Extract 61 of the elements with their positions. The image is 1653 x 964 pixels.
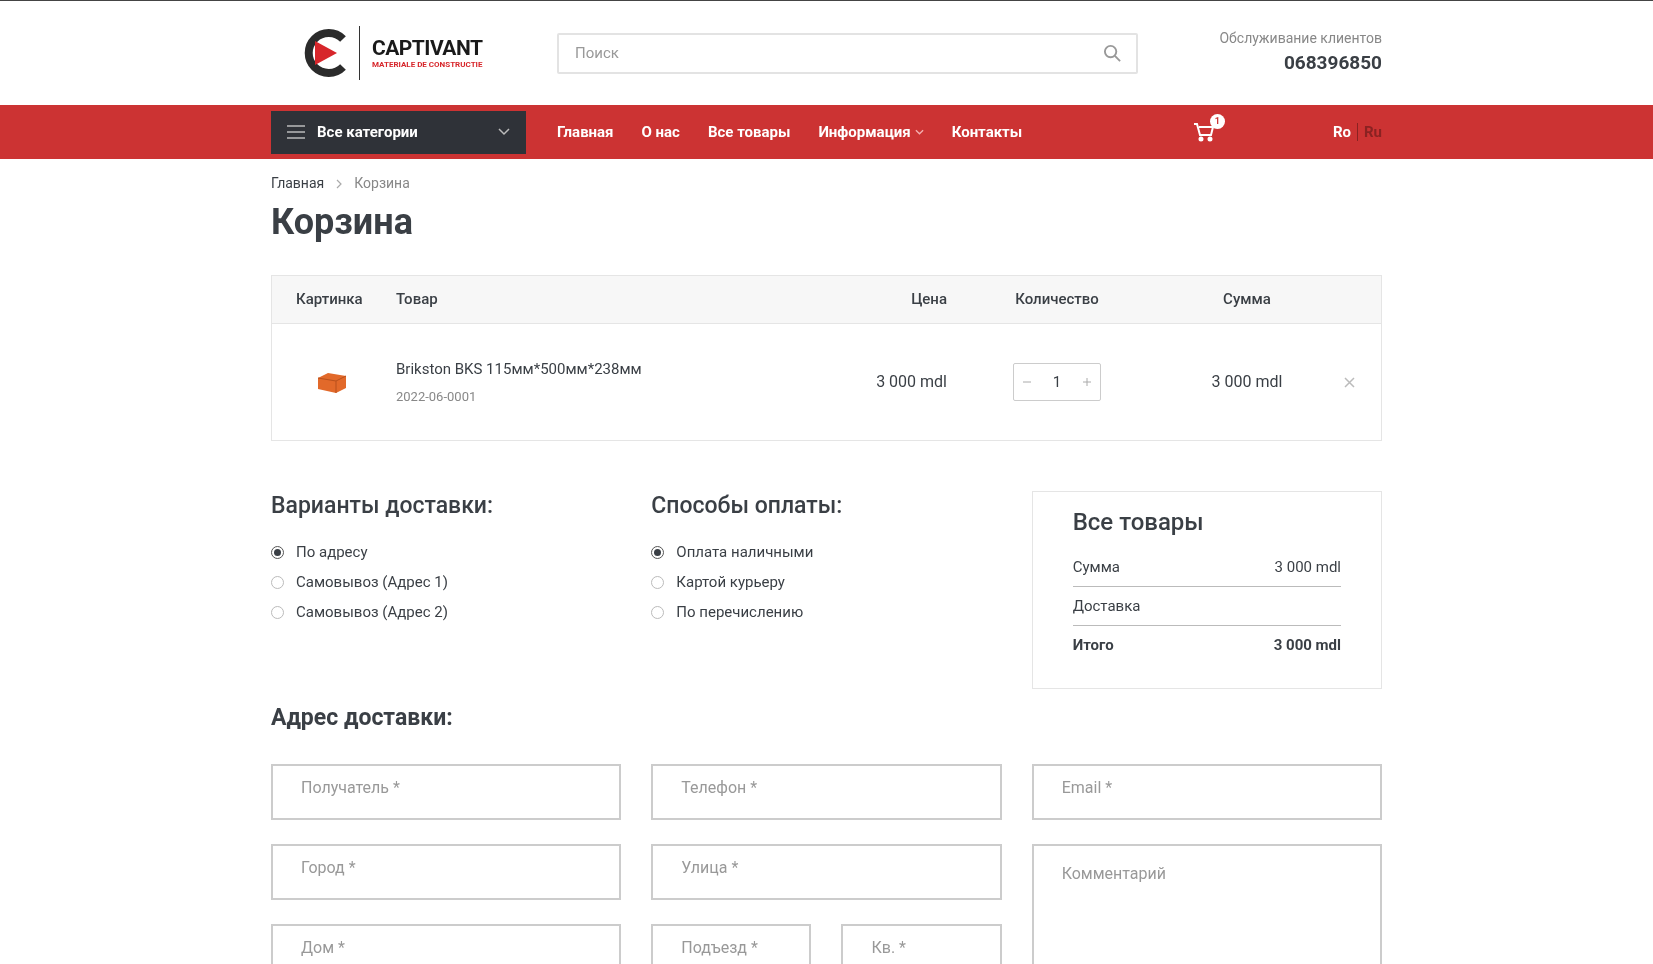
input-field[interactable]: Email * xyxy=(1031,763,1382,820)
column-header: Картинка xyxy=(295,289,364,311)
input-field[interactable]: Город * xyxy=(271,843,622,900)
chevron-icon xyxy=(914,129,924,135)
radio-label[interactable]: Самовывоз (Адрес 1) xyxy=(296,571,448,594)
product-price: 3 000 mdl xyxy=(876,371,947,393)
chevron-icon xyxy=(498,128,510,136)
language-link[interactable]: Ro xyxy=(1332,120,1351,144)
breadcrumb-link[interactable]: Корзина xyxy=(354,173,410,194)
quantity-stepper[interactable]: 1 xyxy=(1013,363,1101,401)
cart-icon[interactable] xyxy=(1192,122,1215,142)
search-icon[interactable] xyxy=(1103,43,1122,63)
column-header: Цена xyxy=(911,289,947,311)
nav-link[interactable]: Контакты xyxy=(951,120,1023,144)
comment-field[interactable]: Комментарий xyxy=(1031,843,1382,964)
product-sku: 2022-06-0001 xyxy=(396,387,478,406)
column-header: Количество xyxy=(1015,289,1099,311)
nav-link[interactable]: Информация xyxy=(818,120,924,144)
nav-link[interactable]: Главная xyxy=(557,120,614,144)
support-label: Обслуживание клиентов xyxy=(1219,29,1382,49)
summary-title: Все товары xyxy=(1072,507,1205,538)
logo-icon xyxy=(303,29,347,77)
close-icon[interactable] xyxy=(1343,376,1355,388)
cart-count-badge: 1 xyxy=(1209,114,1225,129)
product-sum: 3 000 mdl xyxy=(1211,371,1283,393)
logo-name: CAPTIVANT xyxy=(372,37,483,59)
summary-label: Доставка xyxy=(1072,595,1141,617)
search-field[interactable]: Поиск xyxy=(557,32,1138,74)
support-phone[interactable]: 068396850 xyxy=(1283,49,1382,78)
section-title: Способы оплаты: xyxy=(651,491,844,521)
column-header: Сумма xyxy=(1223,289,1271,311)
input-field[interactable]: Телефон * xyxy=(651,763,1002,820)
input-field[interactable]: Дом * xyxy=(271,923,622,964)
input-field[interactable]: Кв. * xyxy=(841,923,1002,964)
radio-label[interactable]: По перечислению xyxy=(676,601,804,624)
nav-link[interactable]: Все товары xyxy=(707,120,791,144)
summary-value: 3 000 mdl xyxy=(1274,556,1341,578)
page-title: Корзина xyxy=(271,200,414,245)
radio-label[interactable]: Оплата наличными xyxy=(676,541,814,564)
breadcrumb-link[interactable]: Главная xyxy=(271,173,325,194)
categories-button[interactable]: Все категории xyxy=(271,110,526,154)
radio-label[interactable]: Самовывоз (Адрес 2) xyxy=(296,601,448,624)
menu-icon xyxy=(287,125,305,139)
section-title: Варианты доставки: xyxy=(271,491,495,521)
chevron-right-icon xyxy=(336,178,343,189)
plus-icon[interactable] xyxy=(1082,377,1092,387)
logo-tagline: MATERIALE DE CONSTRUCTIE xyxy=(372,60,483,69)
product-name[interactable]: Brikston BKS 115мм*500мм*238мм xyxy=(396,358,782,381)
input-field[interactable]: Получатель * xyxy=(271,763,622,820)
quantity-value: 1 xyxy=(1052,371,1062,393)
radio-label[interactable]: Картой курьеру xyxy=(676,571,785,594)
summary-label: Итого xyxy=(1072,635,1114,657)
input-field[interactable]: Подъезд * xyxy=(651,923,812,964)
brick-icon xyxy=(316,370,348,394)
section-title: Адрес доставки: xyxy=(271,703,454,733)
radio-label[interactable]: По адресу xyxy=(296,541,368,564)
column-header: Товар xyxy=(395,289,439,311)
summary-label: Сумма xyxy=(1072,556,1120,578)
nav-link[interactable]: О нас xyxy=(641,120,680,144)
summary-value: 3 000 mdl xyxy=(1273,635,1341,657)
input-field[interactable]: Улица * xyxy=(651,843,1002,900)
